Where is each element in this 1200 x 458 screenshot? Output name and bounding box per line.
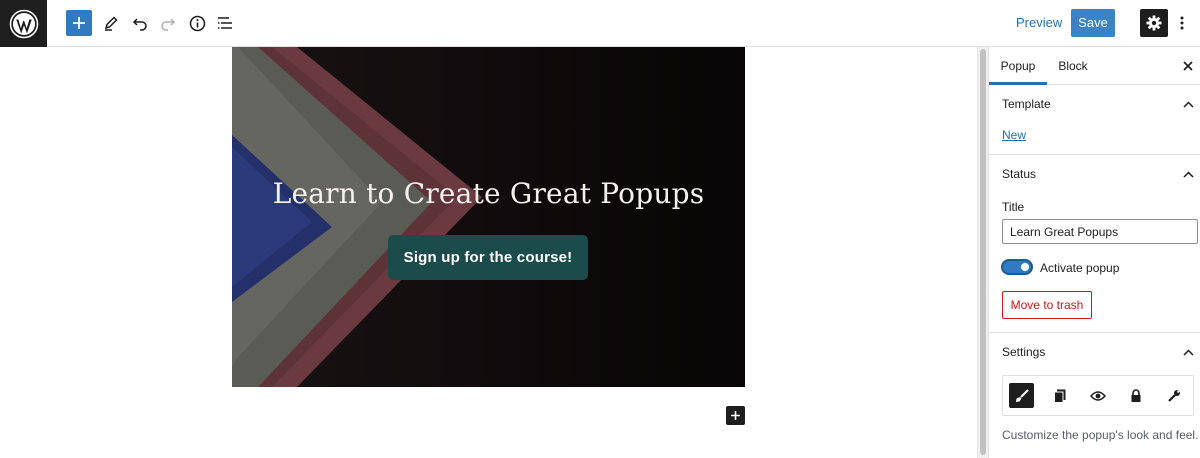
redo-icon: [161, 18, 176, 31]
move-to-trash-button[interactable]: Move to trash: [1002, 291, 1092, 319]
copy-icon: [1053, 389, 1065, 403]
editor-toolbar: Preview Save: [0, 0, 1200, 47]
close-icon: [1183, 61, 1193, 71]
undo-icon: [132, 18, 147, 31]
collapse-template-button[interactable]: [1181, 97, 1195, 111]
appearance-settings-button[interactable]: [1009, 383, 1034, 408]
tab-popup[interactable]: Popup: [989, 47, 1047, 85]
tab-block[interactable]: Block: [1051, 47, 1095, 85]
more-options-button[interactable]: [1174, 9, 1190, 37]
toggle-knob: [1021, 263, 1029, 271]
undo-button[interactable]: [127, 10, 153, 36]
scrollbar-thumb[interactable]: [980, 49, 986, 455]
more-vertical-icon: [1180, 16, 1184, 30]
preview-button[interactable]: Preview: [1010, 10, 1068, 36]
cta-button[interactable]: Sign up for the course!: [388, 235, 588, 280]
panel-title-status[interactable]: Status: [1002, 155, 1036, 193]
wordpress-logo-icon[interactable]: [0, 0, 47, 47]
chevron-up-icon: [1182, 348, 1194, 356]
brush-icon: [1015, 388, 1029, 402]
settings-panel: Settings Customize the popup's look and …: [989, 333, 1200, 458]
collapse-settings-button[interactable]: [1181, 345, 1195, 359]
gear-icon: [1146, 15, 1162, 31]
status-panel: Status Title Activate popup Move to tras…: [989, 155, 1200, 333]
visibility-settings-button[interactable]: [1085, 383, 1110, 408]
details-button[interactable]: [184, 10, 210, 36]
tools-button[interactable]: [98, 10, 124, 36]
eye-icon: [1089, 390, 1106, 401]
advanced-settings-button[interactable]: [1161, 383, 1186, 408]
lock-settings-button[interactable]: [1123, 383, 1148, 408]
chevron-up-icon: [1182, 100, 1194, 108]
cover-heading[interactable]: Learn to Create Great Popups: [232, 177, 745, 210]
new-template-link[interactable]: New: [1002, 128, 1026, 142]
lock-icon: [1131, 388, 1140, 402]
list-view-button[interactable]: [212, 10, 238, 36]
cover-block[interactable]: Learn to Create Great Popups Sign up for…: [232, 47, 745, 387]
duplicate-settings-button[interactable]: [1047, 383, 1072, 408]
activate-popup-label[interactable]: Activate popup: [1040, 261, 1119, 275]
settings-icon-bar: [1002, 375, 1194, 416]
list-view-icon: [217, 17, 232, 29]
wrench-icon: [1167, 389, 1180, 402]
pencil-icon: [104, 16, 118, 31]
canvas-scrollbar[interactable]: [977, 47, 988, 458]
redo-button[interactable]: [155, 10, 181, 36]
cover-background-image: [232, 47, 745, 387]
add-block-button[interactable]: [66, 10, 92, 36]
close-sidebar-button[interactable]: [1181, 59, 1195, 73]
collapse-status-button[interactable]: [1181, 167, 1195, 181]
settings-sidebar: Popup Block Template New Status Title Le…: [988, 47, 1200, 458]
settings-button[interactable]: [1140, 9, 1168, 37]
activate-popup-toggle[interactable]: [1001, 259, 1033, 275]
sidebar-tabs: Popup Block: [989, 47, 1200, 85]
title-label: Title: [1002, 200, 1025, 214]
plus-icon: [73, 17, 85, 29]
settings-description: Customize the popup's look and feel.: [1002, 428, 1199, 442]
plus-icon: [731, 411, 740, 420]
panel-title-template[interactable]: Template: [1002, 85, 1051, 123]
save-button[interactable]: Save: [1071, 9, 1115, 37]
chevron-up-icon: [1182, 170, 1194, 178]
info-icon: [189, 15, 205, 31]
title-input[interactable]: [1002, 219, 1198, 244]
panel-title-settings[interactable]: Settings: [1002, 333, 1045, 371]
block-inserter-button[interactable]: [726, 406, 745, 425]
template-panel: Template New: [989, 85, 1200, 155]
